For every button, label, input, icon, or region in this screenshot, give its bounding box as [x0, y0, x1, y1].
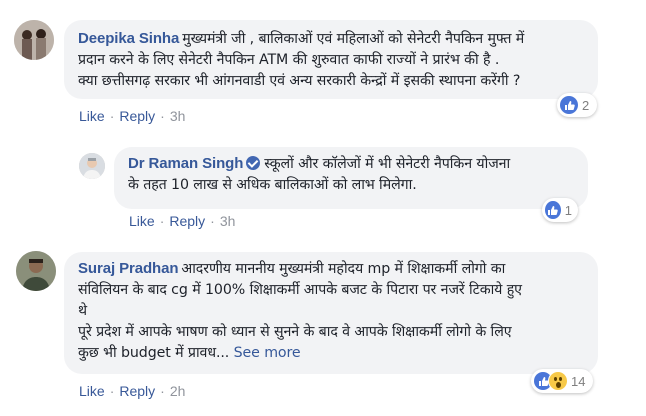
comment-text: Deepika Sinha मुख्यमंत्री जी , बालिकाओं ए…	[78, 28, 584, 92]
separator-dot: ·	[159, 213, 165, 229]
reply-actions: Like · Reply · 3h	[129, 213, 235, 229]
author-name[interactable]: Deepika Sinha	[78, 30, 179, 47]
reply-text: Dr Raman Singh स्कूलों और कॉलेजों में भी …	[128, 153, 574, 196]
separator-dot: ·	[160, 108, 165, 124]
reaction-summary[interactable]: 1	[542, 198, 578, 222]
separator-dot: ·	[160, 383, 165, 399]
see-more-link[interactable]: See more	[234, 345, 301, 361]
separator-dot: ·	[210, 213, 215, 229]
avatar-photo	[14, 20, 54, 60]
verified-badge-icon	[246, 156, 261, 170]
separator-dot: ·	[109, 108, 115, 124]
reaction-count: 1	[564, 202, 572, 218]
reaction-summary[interactable]: 14	[531, 369, 593, 393]
reply-link[interactable]: Reply	[119, 383, 155, 399]
comment-text: Suraj Pradhan आदरणीय माननीय मुख्यमंत्री म…	[78, 258, 584, 364]
avatar-photo	[16, 251, 56, 291]
timestamp[interactable]: 3h	[220, 213, 236, 229]
reaction-count: 14	[571, 373, 586, 389]
comment-bubble: Suraj Pradhan आदरणीय माननीय मुख्यमंत्री म…	[64, 252, 598, 374]
timestamp[interactable]: 3h	[170, 108, 186, 124]
reaction-count: 2	[582, 97, 590, 113]
comment-actions: Like · Reply · 3h	[79, 108, 185, 124]
author-name[interactable]: Suraj Pradhan	[78, 260, 179, 277]
separator-dot: ·	[109, 383, 115, 399]
author-name[interactable]: Dr Raman Singh	[128, 155, 243, 172]
avatar-suraj-pradhan[interactable]	[16, 251, 56, 291]
wow-reaction-icon	[549, 372, 567, 390]
like-link[interactable]: Like	[129, 213, 155, 229]
reply-link[interactable]: Reply	[119, 108, 155, 124]
reply-link[interactable]: Reply	[169, 213, 205, 229]
comment-actions: Like · Reply · 2h	[79, 383, 185, 399]
avatar-raman-singh[interactable]	[79, 153, 105, 179]
avatar-deepika[interactable]	[14, 20, 54, 60]
like-reaction-icon	[545, 201, 561, 219]
like-link[interactable]: Like	[79, 383, 105, 399]
like-reaction-icon	[560, 96, 578, 114]
avatar-photo	[79, 153, 105, 179]
comment-bubble: Deepika Sinha मुख्यमंत्री जी , बालिकाओं ए…	[64, 20, 598, 99]
like-link[interactable]: Like	[79, 108, 105, 124]
reaction-summary[interactable]: 2	[557, 93, 597, 117]
timestamp[interactable]: 2h	[170, 383, 186, 399]
reply-bubble: Dr Raman Singh स्कूलों और कॉलेजों में भी …	[114, 147, 588, 209]
